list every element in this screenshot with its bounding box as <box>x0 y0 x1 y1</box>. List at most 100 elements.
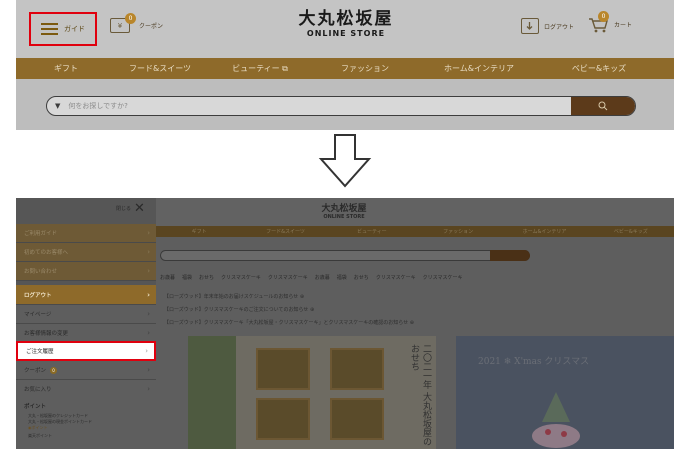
dimmed-nav-item: フード&スイーツ <box>266 229 305 235</box>
dimmed-tag: おせち <box>353 275 369 281</box>
menu-item-coupon[interactable]: クーポン 0 › <box>16 361 156 380</box>
menu-item-label: お問い合わせ <box>24 269 58 275</box>
dimmed-food-image <box>330 398 384 440</box>
chevron-right-icon: › <box>147 229 150 237</box>
cart-icon: 0 <box>588 11 610 33</box>
chevron-right-icon: › <box>147 267 150 275</box>
nav-home-interior[interactable]: ホーム&インテリア <box>414 63 544 74</box>
menu-item-order-history[interactable]: ご注文履歴 › <box>16 341 156 361</box>
dimmed-nav-item: ビューティー <box>356 229 387 235</box>
points-section: ポイント 大丸・松坂屋のクレジットカード 大丸・松坂屋の現金ポイントカード ◉ポ… <box>16 398 156 449</box>
close-menu-button[interactable]: 閉じる ✕ <box>116 202 145 215</box>
site-header: ガイド ¥ 0 クーポン 大丸松坂屋 ONLINE STORE ログアウト 0 … <box>16 0 674 58</box>
dimmed-tag: 福袋 <box>182 275 193 281</box>
guide-menu-button[interactable]: ガイド <box>29 12 97 46</box>
dimmed-nav-item: ベビー&キッズ <box>613 229 648 235</box>
logout-button[interactable]: ログアウト <box>521 18 574 34</box>
dimmed-search-bar <box>160 250 530 261</box>
dimmed-food-image <box>330 348 384 390</box>
coupon-label: クーポン <box>139 23 164 30</box>
dimmed-osechi-text: 二〇二一年 大丸松坂屋の おせち <box>409 344 431 446</box>
dimmed-christmas-text: 2021 ❄ X'mas クリスマス <box>478 357 590 367</box>
dimmed-tag: おせち <box>199 275 215 281</box>
dimmed-nav-item: ギフト <box>191 229 207 235</box>
nav-fashion[interactable]: ファッション <box>316 63 414 74</box>
dimmed-notice: 【ローズウッド】クリスマスケーキのご注文についてのお知らせ ⊕ <box>164 307 315 313</box>
chevron-right-icon: › <box>147 290 150 299</box>
site-logo[interactable]: 大丸松坂屋 ONLINE STORE <box>276 10 416 39</box>
dimmed-nav-item: ファッション <box>443 229 474 235</box>
dimmed-notice: 【ローズウッド】年末年始のお届けスケジュールのお知らせ ⊕ <box>164 294 305 300</box>
menu-item-logout[interactable]: ログアウト › <box>16 285 156 305</box>
points-rakuten[interactable]: 楽天ポイント <box>24 433 156 439</box>
menu-item-first-time[interactable]: 初めてのお客様へ › <box>16 243 156 262</box>
hamburger-icon <box>41 23 58 35</box>
dimmed-tag: お歳暮 <box>314 275 330 281</box>
menu-item-favorites[interactable]: お気に入り › <box>16 380 156 399</box>
dimmed-tag: クリスマスケーキ <box>221 275 261 281</box>
dimmed-cake-image <box>532 392 580 448</box>
search-icon <box>598 101 608 111</box>
coupon-count-badge: 0 <box>50 366 58 374</box>
dimmed-tag: クリスマスケーキ <box>267 275 308 281</box>
menu-item-label: お客様情報の変更 <box>24 331 69 337</box>
points-title: ポイント <box>24 404 47 410</box>
bottom-screenshot: 大丸松坂屋 ONLINE STORE ギフト フード&スイーツ ビューティー フ… <box>16 198 674 449</box>
menu-item-label: ご利用ガイド <box>24 231 58 237</box>
chevron-right-icon: › <box>147 248 150 256</box>
coupon-icon: ¥ 0 <box>110 13 136 33</box>
coupon-icon-symbol: ¥ <box>117 21 123 30</box>
cart-label: カート <box>614 22 633 29</box>
logo-sub-text: ONLINE STORE <box>306 29 386 38</box>
coupon-badge: 0 <box>125 13 136 24</box>
dimmed-notice: 【ローズウッド】クリスマスケーキ「大丸松坂屋・クリスマスケーキ」とクリスマスケー… <box>164 320 414 326</box>
logo-main-text: 大丸松坂屋 <box>298 9 394 29</box>
down-arrow-icon <box>318 134 372 188</box>
logout-label: ログアウト <box>544 23 575 31</box>
top-screenshot: ガイド ¥ 0 クーポン 大丸松坂屋 ONLINE STORE ログアウト 0 … <box>16 0 674 130</box>
menu-item-label: マイページ <box>24 312 52 318</box>
chevron-right-icon: › <box>147 366 150 374</box>
dimmed-food-image <box>256 348 310 390</box>
menu-item-label: クーポン <box>24 368 47 374</box>
guide-label: ガイド <box>64 25 85 33</box>
menu-item-mypage[interactable]: マイページ › <box>16 305 156 324</box>
dimmed-tag-list: お歳暮 福袋 おせち クリスマスケーキ クリスマスケーキ お歳暮 福袋 おせち … <box>160 274 463 281</box>
cart-button[interactable]: 0 カート <box>588 11 633 33</box>
coupon-button[interactable]: ¥ 0 クーポン <box>110 13 164 33</box>
dimmed-nav-item: ホーム&インテリア <box>522 229 567 235</box>
chevron-right-icon: › <box>147 310 150 318</box>
dimmed-logo-main: 大丸松坂屋 <box>321 204 367 214</box>
category-nav: ギフト フード&スイーツ ビューティー ⧉ ファッション ホーム&インテリア ベ… <box>16 58 674 79</box>
menu-item-label: 初めてのお客様へ <box>24 250 69 256</box>
dimmed-header: 大丸松坂屋 ONLINE STORE <box>156 198 674 226</box>
cart-badge: 0 <box>598 11 609 22</box>
menu-item-label: ご注文履歴 <box>26 349 54 355</box>
search-button[interactable] <box>571 97 635 115</box>
dimmed-tag: クリスマスケーキ <box>422 275 463 281</box>
chevron-right-icon: › <box>145 347 148 355</box>
dimmed-page-background: 大丸松坂屋 ONLINE STORE ギフト フード&スイーツ ビューティー フ… <box>156 198 674 449</box>
search-input[interactable]: 何をお探しですか? <box>68 101 571 111</box>
close-label: 閉じる <box>116 206 132 212</box>
chevron-down-icon[interactable]: ▼ <box>55 102 60 110</box>
dimmed-logo-sub: ONLINE STORE <box>323 214 365 220</box>
nav-beauty[interactable]: ビューティー ⧉ <box>204 63 316 74</box>
menu-item-guide[interactable]: ご利用ガイド › <box>16 224 156 243</box>
menu-item-contact[interactable]: お問い合わせ › <box>16 262 156 281</box>
nav-baby-kids[interactable]: ベビー&キッズ <box>544 63 654 74</box>
dimmed-tag: 福袋 <box>336 275 347 281</box>
dimmed-tag: お歳暮 <box>160 275 176 281</box>
menu-item-label: ログアウト <box>24 292 52 299</box>
dimmed-tag: クリスマスケーキ <box>375 275 416 281</box>
menu-item-label: お気に入り <box>24 387 52 393</box>
dimmed-nav: ギフト フード&スイーツ ビューティー ファッション ホーム&インテリア ベビー… <box>156 226 674 237</box>
dimmed-food-image <box>256 398 310 440</box>
nav-food-sweets[interactable]: フード&スイーツ <box>116 63 204 74</box>
close-icon: ✕ <box>134 201 145 216</box>
chevron-right-icon: › <box>147 329 150 337</box>
side-menu: 閉じる ✕ ご利用ガイド › 初めてのお客様へ › お問い合わせ › ログアウト › マ… <box>16 198 156 449</box>
chevron-right-icon: › <box>147 385 150 393</box>
nav-gift[interactable]: ギフト <box>16 63 116 74</box>
search-bar: ▼ 何をお探しですか? <box>46 96 636 116</box>
